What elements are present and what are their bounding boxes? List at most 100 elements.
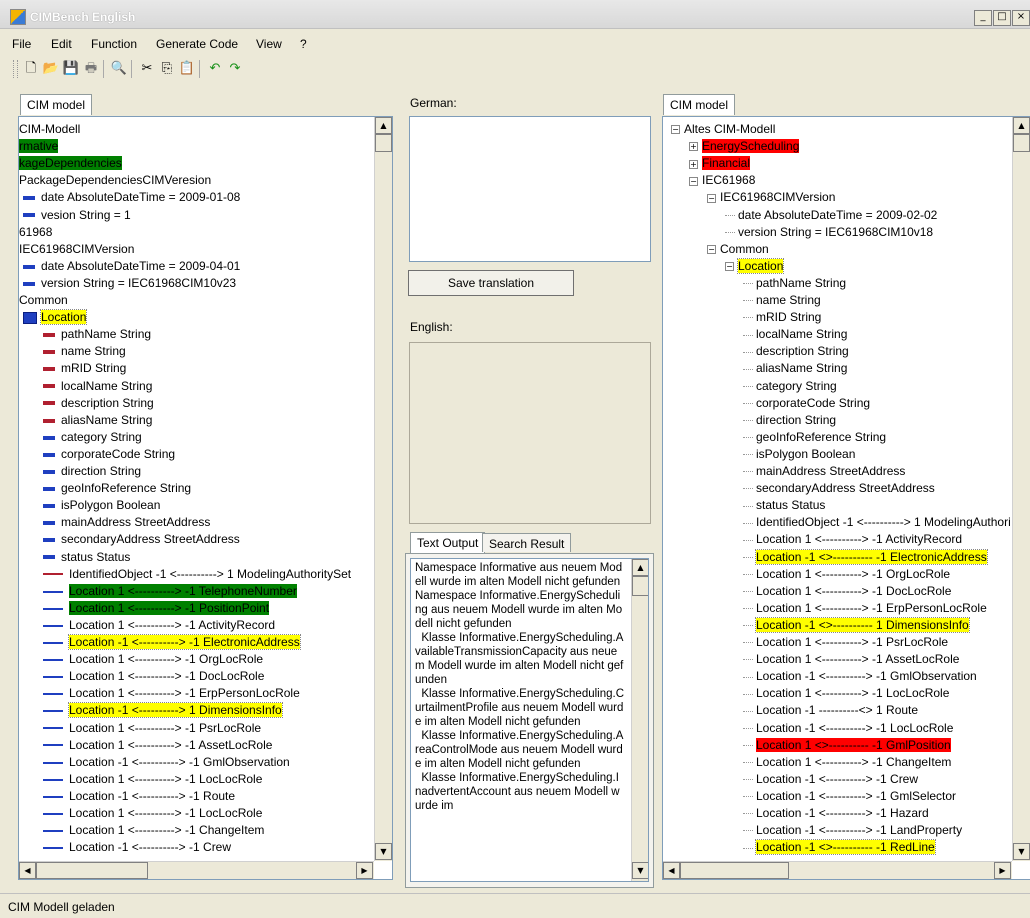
tree-node[interactable]: Location 1 <----------> -1 DocLocRole [43, 668, 264, 685]
tree-node[interactable]: kageDependencies [19, 155, 122, 172]
tree-node[interactable]: Common [19, 292, 68, 309]
tree-node[interactable]: Location -1 ----------<> 1 Route [743, 702, 918, 719]
find-icon[interactable]: 🔍 [110, 60, 128, 78]
tree-node[interactable]: geoInfoReference String [43, 480, 191, 497]
tree-node[interactable]: date AbsoluteDateTime = 2009-01-08 [23, 189, 240, 206]
english-textbox[interactable] [409, 342, 651, 524]
tree-node[interactable]: Location -1 <----------> -1 Route [43, 788, 235, 805]
new-icon[interactable]: 🗋 [22, 60, 40, 78]
tab-cim-model-left[interactable]: CIM model [20, 94, 93, 115]
tree-node[interactable]: Location -1 <----------> -1 Crew [743, 771, 918, 788]
output-vertical-scrollbar[interactable]: ▲ ▼ [631, 559, 648, 881]
menu-generate-code[interactable]: Generate Code [156, 37, 238, 51]
tree-node[interactable]: localName String [43, 378, 152, 395]
tree-node[interactable]: Location -1 <>---------- -1 ElectronicAd… [743, 548, 988, 566]
tree-node[interactable]: Location 1 <----------> -1 PsrLocRole [743, 634, 948, 651]
scroll-thumb[interactable] [680, 862, 789, 879]
tree-node[interactable]: Location -1 <----------> -1 ElectronicAd… [43, 634, 301, 651]
tree-node[interactable]: − IEC61968 [689, 172, 755, 189]
tree-node[interactable]: Location -1 <----------> -1 LandProperty [743, 822, 962, 839]
tree-node[interactable]: category String [743, 378, 837, 395]
left-tree-view[interactable]: CIM-Modell rmative kageDependencies Package… [18, 116, 393, 880]
tree-node[interactable]: localName String [743, 326, 847, 343]
tree-node[interactable]: Location 1 <----------> -1 PsrLocRole [43, 720, 261, 737]
tree-node[interactable]: direction String [743, 412, 836, 429]
german-textbox[interactable] [409, 116, 651, 262]
tree-node[interactable]: vesion String = 1 [23, 207, 131, 224]
tree-node[interactable]: IdentifiedObject -1 <----------> 1 Model… [743, 514, 1011, 531]
horizontal-scrollbar[interactable]: ◀ ▶ [663, 861, 1012, 879]
menu-edit[interactable]: Edit [51, 37, 72, 51]
minimize-button[interactable]: _ [974, 10, 992, 26]
expand-icon[interactable]: + [689, 159, 698, 169]
scroll-right-arrow-icon[interactable]: ▶ [356, 862, 373, 879]
tree-node[interactable]: Location 1 <----------> -1 ErpPersonLocR… [743, 600, 987, 617]
tree-node[interactable]: Location 1 <----------> -1 ErpPersonLocR… [43, 685, 300, 702]
undo-icon[interactable]: ↶ [206, 60, 224, 78]
tree-node[interactable]: mRID String [743, 309, 821, 326]
tree-node[interactable]: aliasName String [43, 412, 152, 429]
copy-icon[interactable]: ⎘ [158, 60, 176, 78]
scroll-up-arrow-icon[interactable]: ▲ [632, 559, 648, 576]
scroll-down-arrow-icon[interactable]: ▼ [375, 843, 392, 860]
tree-node[interactable]: pathName String [743, 275, 846, 292]
tree-node[interactable]: corporateCode String [743, 395, 870, 412]
tree-node[interactable]: mainAddress StreetAddress [743, 463, 905, 480]
tree-node[interactable]: Location -1 <----------> 1 DimensionsInf… [43, 702, 283, 719]
collapse-icon[interactable]: − [671, 125, 680, 135]
tree-node[interactable]: secondaryAddress StreetAddress [43, 531, 240, 548]
menu-file[interactable]: File [12, 37, 31, 51]
tree-node[interactable]: corporateCode String [43, 446, 175, 463]
tree-node[interactable]: version String = IEC61968CIM10v18 [725, 224, 933, 241]
tree-node[interactable]: Location 1 <----------> -1 PositionPoint [43, 600, 270, 617]
tree-node[interactable]: 61968 [19, 224, 52, 241]
tree-node[interactable]: Location 1 <----------> -1 ActivityRecor… [43, 617, 275, 634]
tree-node[interactable]: rmative [19, 138, 59, 155]
print-icon[interactable]: 🖶 [82, 60, 100, 78]
menu-view[interactable]: View [256, 37, 282, 51]
tree-node[interactable]: Location -1 <----------> -1 Hazard [743, 805, 929, 822]
tree-node[interactable]: name String [43, 343, 126, 360]
scroll-down-arrow-icon[interactable]: ▼ [632, 862, 648, 879]
scroll-up-arrow-icon[interactable]: ▲ [375, 117, 392, 134]
tree-node[interactable]: − Location [725, 257, 785, 275]
tree-node[interactable]: Location 1 <----------> -1 LocLocRole [43, 771, 262, 788]
tree-node[interactable]: Location -1 <----------> -1 Crew [43, 839, 231, 856]
collapse-icon[interactable]: − [725, 262, 734, 272]
redo-icon[interactable]: ↷ [226, 60, 244, 78]
tree-node[interactable]: status Status [43, 549, 130, 566]
text-output-box[interactable]: Namespace Informative aus neuem Modell w… [410, 558, 649, 882]
scroll-down-arrow-icon[interactable]: ▼ [1013, 843, 1030, 860]
scroll-left-arrow-icon[interactable]: ◀ [19, 862, 36, 879]
tree-node[interactable]: − IEC61968CIMVersion [707, 189, 835, 206]
tree-node[interactable]: isPolygon Boolean [743, 446, 855, 463]
open-icon[interactable]: 📂 [42, 60, 60, 78]
tree-node[interactable]: Location 1 <----------> -1 AssetLocRole [743, 651, 959, 668]
collapse-icon[interactable]: − [689, 176, 698, 186]
tab-text-output[interactable]: Text Output [410, 532, 486, 553]
tree-node[interactable]: + EnergyScheduling [689, 138, 800, 155]
tree-node[interactable]: IEC61968CIMVersion [19, 241, 134, 258]
tree-node[interactable]: Location -1 <>---------- 1 DimensionsInf… [743, 616, 970, 634]
tree-node[interactable]: date AbsoluteDateTime = 2009-02-02 [725, 207, 937, 224]
paste-icon[interactable]: 📋 [178, 60, 196, 78]
tree-node[interactable]: Location [23, 309, 88, 326]
tree-node[interactable]: Location 1 <----------> -1 ChangeItem [43, 822, 264, 839]
tree-node[interactable]: category String [43, 429, 142, 446]
tree-node[interactable]: Location -1 <----------> -1 LocLocRole [743, 720, 953, 737]
tree-node[interactable]: Location 1 <----------> -1 ChangeItem [743, 754, 951, 771]
menu-help[interactable]: ? [300, 37, 307, 51]
tree-node[interactable]: Location -1 <>---------- -1 RedLine [743, 839, 936, 856]
tree-node[interactable]: Location 1 <----------> -1 OrgLocRole [743, 566, 950, 583]
tab-search-result[interactable]: Search Result [482, 533, 572, 552]
tree-node[interactable]: status Status [743, 497, 825, 514]
scroll-right-arrow-icon[interactable]: ▶ [994, 862, 1011, 879]
tree-node[interactable]: pathName String [43, 326, 151, 343]
tree-node[interactable]: Location 1 <>---------- -1 GmlPosition [743, 737, 951, 754]
tree-node[interactable]: mRID String [43, 360, 126, 377]
tree-node[interactable]: Location 1 <----------> -1 DocLocRole [743, 583, 951, 600]
vertical-scrollbar[interactable]: ▲ ▼ [1012, 117, 1030, 861]
tree-node[interactable]: geoInfoReference String [743, 429, 886, 446]
tree-node[interactable]: name String [743, 292, 821, 309]
tree-node[interactable]: version String = IEC61968CIM10v23 [23, 275, 236, 292]
